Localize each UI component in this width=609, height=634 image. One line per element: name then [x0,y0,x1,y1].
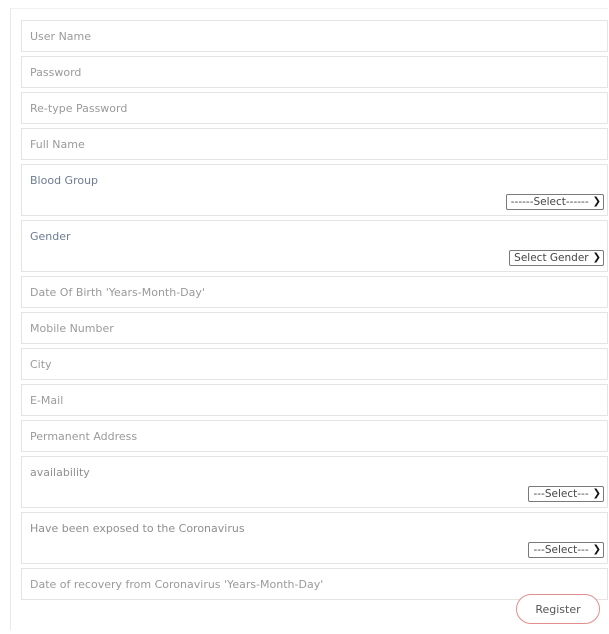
full-name-row [21,128,608,160]
panel-left-border [10,8,11,630]
availability-row: availability ---Select--- ❯ [21,456,608,508]
email-row [21,384,608,416]
password-row [21,56,608,88]
retype-password-row [21,92,608,124]
gender-label: Gender [30,230,71,243]
blood-group-select[interactable]: ------Select------ ❯ [505,194,604,210]
password-input[interactable] [22,57,607,87]
register-button[interactable]: Register [516,594,600,624]
exposed-row: Have been exposed to the Coronavirus ---… [21,512,608,564]
username-input[interactable] [22,21,607,51]
city-input[interactable] [22,349,607,379]
mobile-row [21,312,608,344]
exposed-selected: ---Select--- [533,544,589,556]
exposed-label: Have been exposed to the Coronavirus [30,522,245,535]
address-input[interactable] [22,421,607,451]
chevron-down-icon: ❯ [592,544,601,555]
blood-group-row: Blood Group ------Select------ ❯ [21,164,608,216]
recovery-date-row [21,568,608,600]
full-name-input[interactable] [22,129,607,159]
panel-top-border [10,8,608,9]
blood-group-label: Blood Group [30,174,99,187]
blood-group-selected: ------Select------ [510,196,589,208]
username-row [21,20,608,52]
city-row [21,348,608,380]
gender-selected: Select Gender [514,252,589,264]
email-input[interactable] [22,385,607,415]
exposed-select[interactable]: ---Select--- ❯ [528,542,604,558]
gender-select[interactable]: Select Gender ❯ [509,250,604,266]
retype-password-input[interactable] [22,93,607,123]
availability-selected: ---Select--- [533,488,589,500]
mobile-input[interactable] [22,313,607,343]
chevron-down-icon: ❯ [592,196,601,207]
availability-label: availability [30,466,90,479]
gender-row: Gender Select Gender ❯ [21,220,608,272]
registration-form: Blood Group ------Select------ ❯ Gender … [21,20,608,604]
dob-row [21,276,608,308]
chevron-down-icon: ❯ [592,252,601,263]
dob-input[interactable] [22,277,607,307]
availability-select[interactable]: ---Select--- ❯ [528,486,604,502]
recovery-date-input[interactable] [22,569,607,599]
address-row [21,420,608,452]
chevron-down-icon: ❯ [592,488,601,499]
